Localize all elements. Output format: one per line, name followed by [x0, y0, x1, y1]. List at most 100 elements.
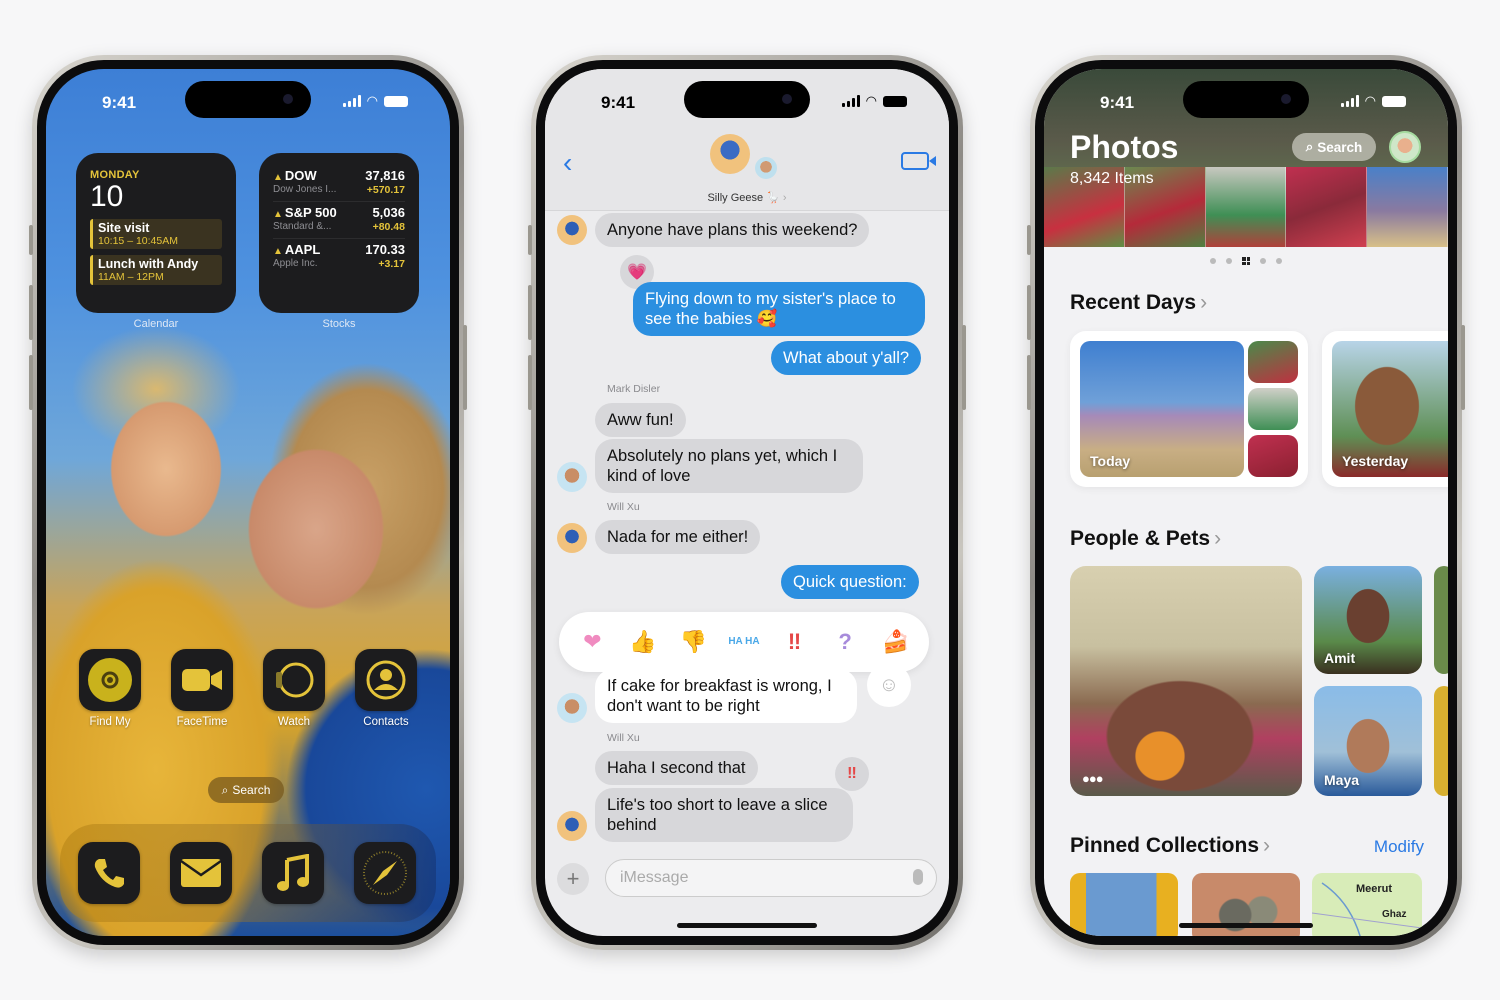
- exclamation-reaction-icon[interactable]: ‼: [777, 629, 813, 655]
- message-bubble-incoming[interactable]: Nada for me either!: [595, 520, 761, 554]
- exclamation-tapback-icon[interactable]: ‼: [835, 757, 869, 791]
- group-avatar[interactable]: [710, 134, 750, 174]
- stock-row[interactable]: ▲ DOW Dow Jones I... 37,816 +570.17: [273, 165, 405, 202]
- search-icon: ⌕: [1305, 139, 1314, 154]
- person-tile[interactable]: [1434, 686, 1448, 796]
- cellular-signal-icon: [841, 95, 860, 107]
- safari-icon: [354, 842, 416, 904]
- message-bubble-incoming[interactable]: Life's too short to leave a slice behind: [595, 788, 853, 842]
- dock-music[interactable]: [262, 842, 324, 904]
- modify-button[interactable]: Modify: [1374, 837, 1424, 857]
- avatar-mark[interactable]: [557, 462, 587, 492]
- stock-name: Standard &...: [273, 221, 332, 232]
- photo-thumbnail[interactable]: [1286, 167, 1368, 247]
- photos-search-button[interactable]: ⌕ Search: [1292, 133, 1376, 161]
- calendar-event[interactable]: Lunch with Andy 11AM – 12PM: [90, 255, 222, 285]
- volume-down-button: [29, 355, 33, 410]
- music-icon: [262, 842, 324, 904]
- message-bubble-incoming[interactable]: Absolutely no plans yet, which I kind of…: [595, 439, 863, 493]
- photo-thumbnail[interactable]: [1367, 167, 1448, 247]
- facetime-icon: [171, 649, 233, 711]
- app-contacts[interactable]: Contacts: [355, 649, 417, 728]
- status-bar: 9:41 ◠: [1044, 69, 1448, 129]
- search-label: Search: [232, 783, 271, 797]
- avatar-will[interactable]: [557, 215, 587, 245]
- app-find-my[interactable]: Find My: [79, 649, 141, 728]
- battery-icon: [883, 95, 907, 107]
- stock-change: +80.48: [372, 221, 405, 233]
- question-reaction-icon[interactable]: ?: [827, 629, 863, 655]
- photo-tile: [1248, 435, 1298, 477]
- wifi-icon: ◠: [1364, 93, 1376, 108]
- avatar-will[interactable]: [557, 811, 587, 841]
- stock-row[interactable]: ▲ AAPL Apple Inc. 170.33 +3.17: [273, 239, 405, 275]
- person-tile-maya[interactable]: Maya: [1314, 686, 1422, 796]
- page-indicator[interactable]: [1044, 257, 1448, 265]
- wifi-icon: ◠: [865, 93, 877, 108]
- calendar-event[interactable]: Site visit 10:15 – 10:45AM: [90, 219, 222, 249]
- avatar-mark[interactable]: [557, 693, 587, 723]
- page-dot[interactable]: [1260, 258, 1266, 264]
- action-button: [528, 225, 532, 255]
- recent-day-card-today[interactable]: Today: [1070, 331, 1308, 487]
- message-bubble-incoming[interactable]: Haha I second that: [595, 751, 758, 785]
- photo-thumbnail[interactable]: [1205, 167, 1287, 247]
- message-bubble-incoming[interactable]: Aww fun!: [595, 403, 686, 437]
- person-tile[interactable]: [1434, 566, 1448, 674]
- add-emoji-tapback-icon[interactable]: ☺: [867, 663, 911, 707]
- contacts-icon: [355, 649, 417, 711]
- side-button: [962, 325, 966, 410]
- person-name: Maya: [1324, 772, 1360, 788]
- section-header-pinned-collections[interactable]: Pinned Collections ›: [1070, 834, 1270, 858]
- microphone-icon[interactable]: [913, 869, 923, 885]
- home-indicator[interactable]: [1179, 923, 1313, 928]
- section-header-people-pets[interactable]: People & Pets ›: [1070, 527, 1221, 551]
- profile-avatar[interactable]: [1389, 131, 1421, 163]
- person-tile-amit[interactable]: Amit: [1314, 566, 1422, 674]
- cake-reaction-icon[interactable]: 🍰: [878, 629, 914, 655]
- side-button: [1461, 325, 1465, 410]
- page-dot[interactable]: [1210, 258, 1216, 264]
- page-dot[interactable]: [1276, 258, 1282, 264]
- plus-icon[interactable]: +: [557, 863, 589, 895]
- message-input[interactable]: iMessage: [605, 859, 937, 897]
- home-search-button[interactable]: ⌕ Search: [208, 777, 284, 803]
- page-dot[interactable]: [1226, 258, 1232, 264]
- stock-row[interactable]: ▲ S&P 500 Standard &... 5,036 +80.48: [273, 202, 405, 239]
- pinned-collection-tile[interactable]: [1070, 873, 1178, 936]
- message-bubble-outgoing[interactable]: What about y'all?: [771, 341, 922, 375]
- person-name: Amit: [1324, 650, 1356, 666]
- dock-safari[interactable]: [354, 842, 416, 904]
- dock-mail[interactable]: [170, 842, 232, 904]
- dock-phone[interactable]: [78, 842, 140, 904]
- group-name[interactable]: Silly Geese 🪿 ›: [545, 191, 949, 204]
- grid-page-icon[interactable]: [1242, 257, 1250, 265]
- haha-reaction-icon[interactable]: HA HA: [726, 637, 762, 647]
- home-indicator[interactable]: [677, 923, 817, 928]
- app-watch[interactable]: Watch: [263, 649, 325, 728]
- message-bubble-outgoing[interactable]: Quick question:: [781, 565, 919, 599]
- message-bubble-selected[interactable]: If cake for breakfast is wrong, I don't …: [595, 669, 857, 723]
- event-title: Lunch with Andy: [98, 257, 199, 271]
- people-group-tile[interactable]: ●●●: [1070, 566, 1302, 796]
- thumbs-down-reaction-icon[interactable]: 👎: [675, 629, 711, 655]
- stocks-widget[interactable]: ▲ DOW Dow Jones I... 37,816 +570.17 ▲ S&P …: [259, 153, 419, 313]
- calendar-widget[interactable]: MONDAY 10 Site visit 10:15 – 10:45AM Lun…: [76, 153, 236, 313]
- thumbs-up-reaction-icon[interactable]: 👍: [625, 629, 661, 655]
- heart-reaction-icon[interactable]: ❤: [574, 629, 610, 655]
- pinned-map-tile[interactable]: Meerut Ghaz: [1312, 873, 1422, 936]
- message-bubble-incoming[interactable]: Anyone have plans this weekend?: [595, 213, 870, 247]
- section-header-recent-days[interactable]: Recent Days ›: [1070, 291, 1207, 315]
- recent-day-card-yesterday[interactable]: Yesterday: [1322, 331, 1448, 487]
- video-call-icon[interactable]: [901, 152, 936, 170]
- volume-up-button: [528, 285, 532, 340]
- stock-change: +3.17: [378, 258, 405, 270]
- sender-name: Will Xu: [607, 501, 640, 513]
- message-bubble-outgoing[interactable]: Flying down to my sister's place to see …: [633, 282, 925, 336]
- watch-icon: [263, 649, 325, 711]
- calendar-date: 10: [90, 180, 124, 213]
- app-facetime[interactable]: FaceTime: [171, 649, 233, 728]
- back-chevron-icon[interactable]: ‹: [563, 147, 572, 179]
- event-time: 11AM – 12PM: [98, 271, 164, 283]
- avatar-will[interactable]: [557, 523, 587, 553]
